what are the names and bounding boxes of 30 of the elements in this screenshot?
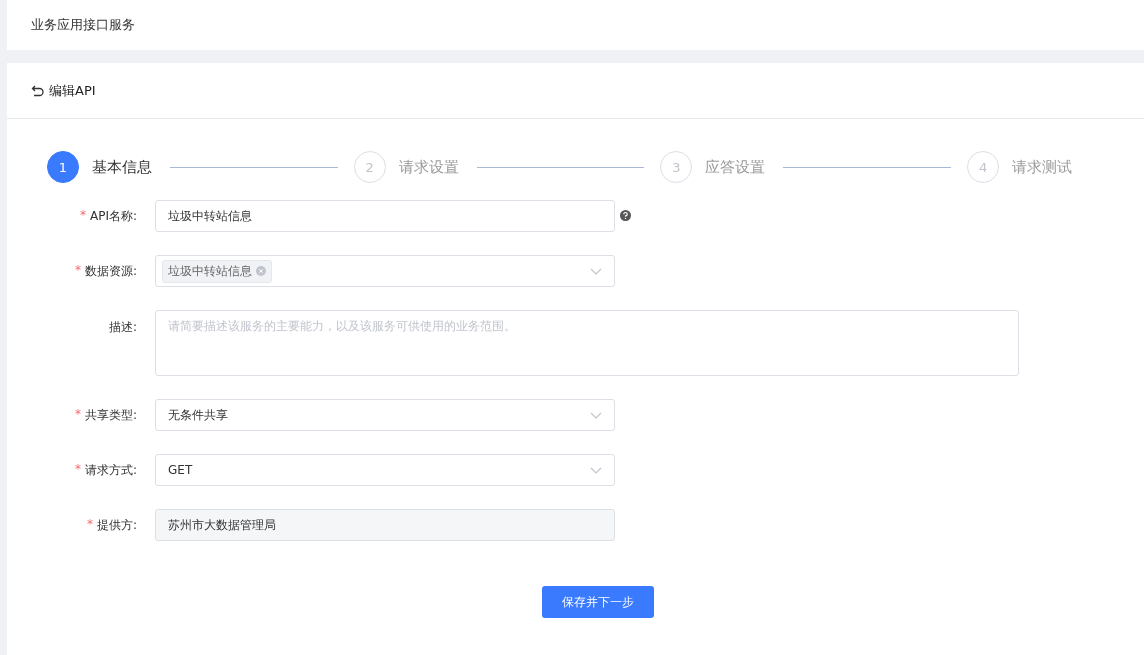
select-field[interactable]: GET [155, 454, 615, 486]
back-arrow-icon[interactable] [31, 83, 45, 98]
chevron-down-icon [590, 411, 602, 419]
help-icon[interactable] [620, 209, 631, 221]
step-label: 请求测试 [1012, 157, 1072, 177]
text-field[interactable]: 垃圾中转站信息 [155, 200, 615, 232]
field-label: 共享类型: [84, 406, 137, 424]
section-title: 编辑API [49, 81, 96, 100]
step-label: 请求设置 [398, 157, 459, 177]
chevron-down-icon [590, 466, 602, 474]
text-field[interactable]: 苏州市大数据管理局 [155, 509, 615, 541]
field-label: 提供方: [96, 516, 137, 534]
required-asterisk: * [86, 516, 93, 533]
select-field[interactable]: 垃圾中转站信息 [155, 255, 615, 287]
required-asterisk: * [74, 461, 81, 478]
field-label: 数据资源: [84, 262, 137, 280]
step-label: 应答设置 [705, 157, 766, 177]
save-next-button[interactable]: 保存并下一步 [542, 586, 654, 618]
field-label: 请求方式: [84, 461, 137, 479]
step-number: 1 [47, 151, 79, 183]
required-asterisk: * [74, 406, 81, 423]
field-label: 描述: [108, 319, 137, 336]
required-asterisk: * [74, 262, 81, 279]
required-asterisk: * [79, 207, 86, 224]
page-title: 业务应用接口服务 [31, 16, 135, 34]
step-label: 基本信息 [92, 157, 152, 177]
field-label: API名称: [89, 207, 137, 225]
chevron-down-icon [590, 267, 602, 275]
tag-label: 垃圾中转站信息 [168, 262, 252, 280]
select-field[interactable]: 无条件共享 [155, 399, 615, 431]
